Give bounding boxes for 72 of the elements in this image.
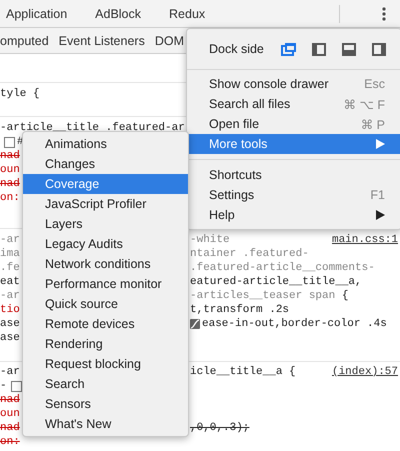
code-text: nad (0, 177, 20, 191)
code-text: ima (0, 247, 20, 261)
menu-item[interactable]: Network conditions (23, 254, 188, 274)
shortcut-label: ⌘ P (360, 116, 385, 132)
easing-curve-icon[interactable] (190, 319, 200, 329)
menu-item[interactable]: Rendering (23, 334, 188, 354)
code-text: -articles__teaser span (190, 289, 336, 303)
dock-right-icon[interactable] (371, 42, 387, 56)
panel-tab[interactable]: AdBlock (95, 6, 142, 20)
code-text: on: (0, 191, 20, 205)
sidebar-tab[interactable]: DOM (154, 34, 184, 48)
menu-item[interactable]: Quick source (23, 294, 188, 314)
dock-undock-icon[interactable] (281, 42, 297, 56)
dock-left-icon[interactable] (311, 42, 327, 56)
code-text: on: (0, 435, 20, 449)
menu-item[interactable]: Request blocking (23, 354, 188, 374)
menu-item[interactable]: Remote devices (23, 314, 188, 334)
menu-item[interactable]: Open file ⌘ P (187, 114, 400, 134)
sidebar-tab[interactable]: Event Listeners (58, 34, 145, 48)
code-text: - (0, 379, 7, 393)
panel-tab[interactable]: Redux (169, 6, 206, 20)
code-text: .featured-article__comments- (190, 261, 375, 275)
code-text: ase (0, 331, 20, 345)
code-text: t,transform .2s (190, 303, 290, 317)
code-text: -ar (0, 233, 20, 247)
code-text: -ar (0, 365, 20, 379)
code-text: eat (0, 275, 20, 289)
menu-item[interactable]: Legacy Audits (23, 234, 188, 254)
checkbox[interactable] (10, 380, 22, 392)
dock-bottom-icon[interactable] (341, 42, 357, 56)
more-options-icon[interactable] (382, 6, 386, 20)
code-text: ase (0, 317, 20, 331)
menu-item[interactable]: Shortcuts (187, 165, 400, 185)
dock-side-label: Dock side (209, 42, 264, 56)
submenu-item[interactable]: Help (187, 205, 400, 225)
panel-tab[interactable]: Application (6, 6, 68, 20)
code-text: ,0,0,.3); (190, 421, 250, 435)
code-text: .fe (0, 261, 20, 275)
submenu-arrow-icon (376, 210, 385, 220)
menu-item[interactable]: JavaScript Profiler (23, 194, 188, 214)
shortcut-label: F1 (370, 188, 385, 202)
code-text: -ar (0, 289, 20, 303)
source-link[interactable]: main.css:1 (332, 233, 400, 247)
code-text: -white (190, 233, 230, 247)
code-text: nad (0, 149, 20, 163)
sidebar-tab[interactable]: omputed (0, 34, 49, 48)
code-text: -article__title .featured-ar (0, 121, 185, 135)
menu-item[interactable]: Settings F1 (187, 185, 400, 205)
source-link[interactable]: (index):57 (332, 365, 400, 379)
menu-item[interactable]: Search all files ⌘ ⌥ F (187, 94, 400, 114)
code-text: oun (0, 407, 20, 421)
shortcut-label: ⌘ ⌥ F (344, 96, 385, 112)
menu-item[interactable]: Layers (23, 214, 188, 234)
code-text: nad (0, 393, 20, 407)
code-text: { (342, 289, 348, 303)
code-text: eatured-article__title__a, (190, 275, 362, 289)
submenu-item[interactable]: More tools (187, 134, 400, 154)
code-text: icle__title__a { (190, 365, 296, 379)
menu-item[interactable]: Sensors (23, 394, 188, 414)
menu-item[interactable]: Changes (23, 154, 188, 174)
code-text: ease-in-out,border-color .4s (202, 317, 387, 331)
code-text: ntainer .featured- (190, 247, 309, 261)
code-text: oun (0, 163, 20, 177)
menu-item[interactable]: Coverage (23, 174, 188, 194)
code-text: nad (0, 421, 20, 435)
code-text: tio (0, 303, 20, 317)
submenu-arrow-icon (376, 139, 385, 149)
menu-item[interactable]: What's New (23, 414, 188, 434)
menu-item[interactable]: Search (23, 374, 188, 394)
menu-item[interactable]: Animations (23, 134, 188, 154)
checkbox[interactable] (4, 136, 15, 148)
menu-item[interactable]: Performance monitor (23, 274, 188, 294)
